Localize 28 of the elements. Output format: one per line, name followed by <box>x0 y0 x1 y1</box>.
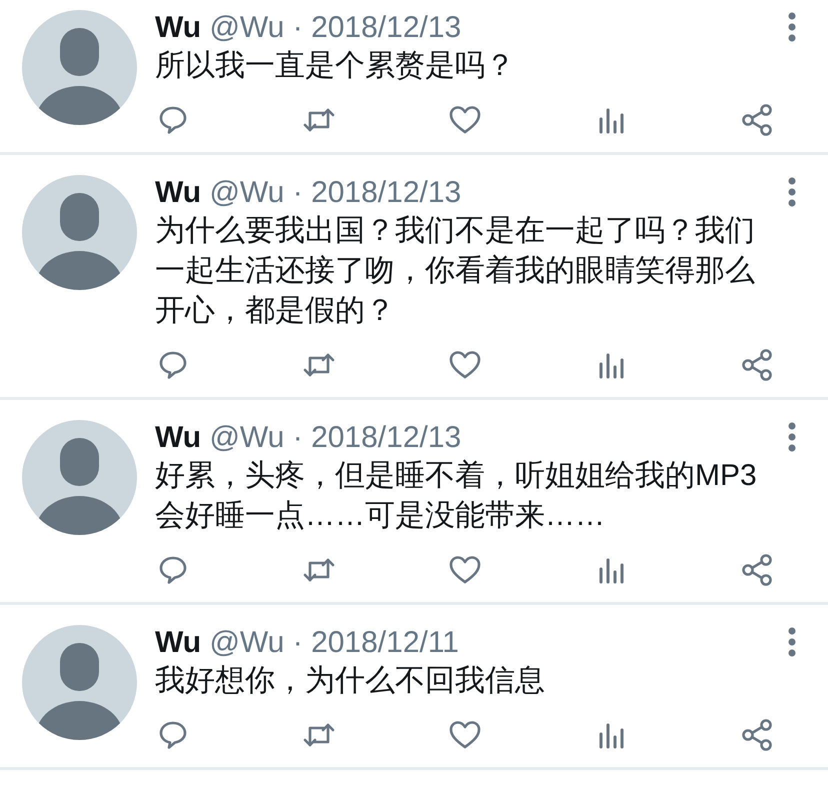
more-options-icon[interactable] <box>788 422 796 452</box>
dot-separator: · <box>292 11 303 44</box>
tweet-text: 我好想你，为什么不回我信息 <box>155 663 546 699</box>
dot-separator: · <box>292 421 303 454</box>
tweet-date: 2018/12/13 <box>311 11 462 44</box>
user-handle: @Wu <box>209 421 284 454</box>
tweet-text: 好累，头疼，但是睡不着，听姐姐给我的MP3 会好睡一点……可是没能带来…… <box>155 458 758 534</box>
share-icon[interactable] <box>739 102 775 138</box>
tweet-text: 所以我一直是个累赘是吗？ <box>155 48 516 84</box>
user-handle: @Wu <box>209 176 284 209</box>
dot-separator: · <box>292 176 303 209</box>
tweet-date: 2018/12/13 <box>311 176 462 209</box>
tweet-text: 为什么要我出国？我们不是在一起了吗？我们 一起生活还接了吻，你看着我的眼睛笑得那么 开心，都是假的？ <box>155 213 756 329</box>
user-name[interactable]: Wu <box>155 176 202 209</box>
more-options-icon[interactable] <box>788 12 796 42</box>
user-name[interactable]: Wu <box>155 11 202 44</box>
more-options-icon[interactable] <box>788 177 796 207</box>
user-name[interactable]: Wu <box>155 421 202 454</box>
user-name[interactable]: Wu <box>155 626 202 659</box>
dot-separator: · <box>292 626 303 659</box>
tweet-date: 2018/12/13 <box>311 421 462 454</box>
share-icon[interactable] <box>739 552 775 588</box>
share-icon[interactable] <box>739 717 775 753</box>
more-options-icon[interactable] <box>788 627 796 657</box>
user-handle: @Wu <box>209 11 284 44</box>
user-handle: @Wu <box>209 626 284 659</box>
share-icon[interactable] <box>739 347 775 383</box>
tweet-date: 2018/12/11 <box>311 626 459 659</box>
